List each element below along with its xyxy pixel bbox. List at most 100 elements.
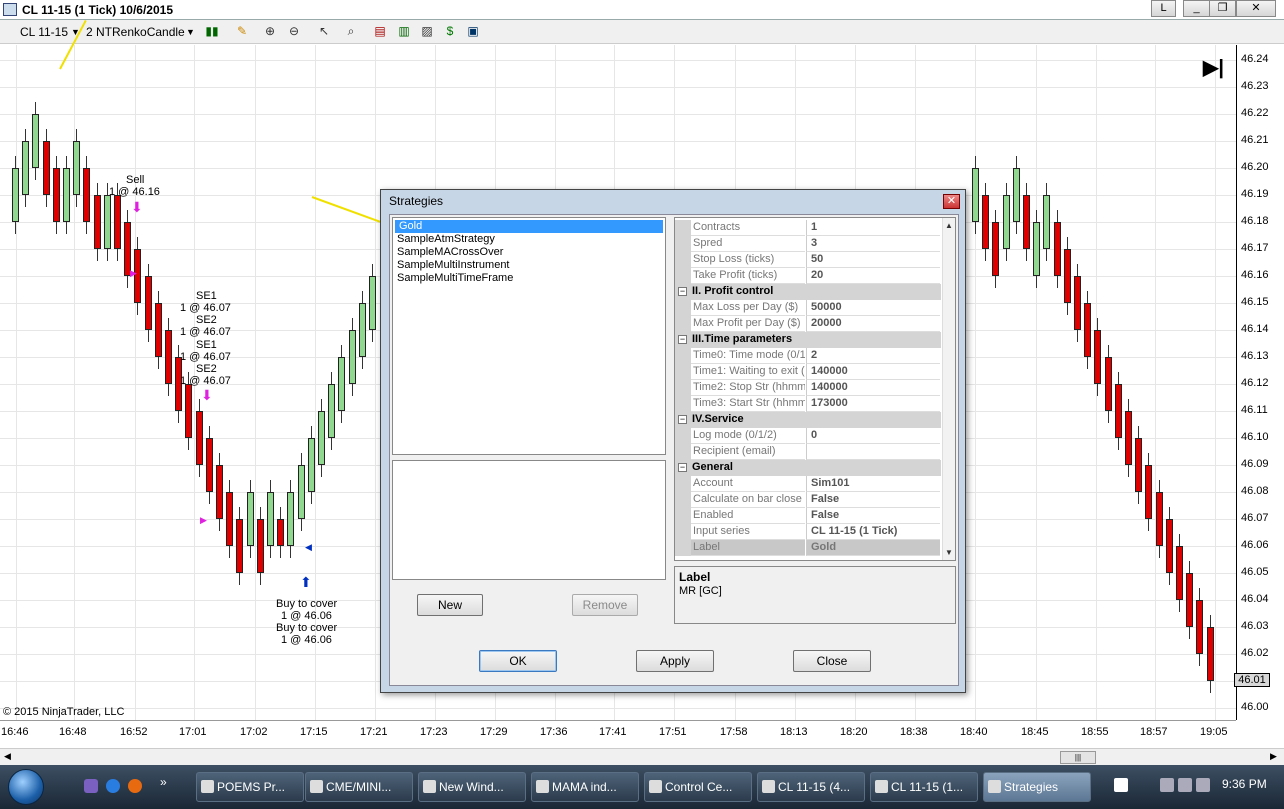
collapse-icon[interactable]: − — [678, 415, 687, 424]
property-category[interactable]: − IV.Service — [675, 412, 941, 428]
taskbar-item[interactable]: CL 11-15 (1... — [870, 772, 978, 802]
bar-type-selector[interactable]: 2 NTRenkoCandle — [86, 25, 185, 39]
property-row[interactable]: Enabled False — [675, 508, 941, 524]
chart-horizontal-scrollbar[interactable]: ◀ ||| ▶ — [0, 748, 1284, 765]
candle — [1094, 330, 1102, 384]
link-button[interactable]: L — [1151, 0, 1176, 17]
ninjatrader-tray-icon[interactable] — [1114, 778, 1128, 792]
scroll-left-icon[interactable]: ◀ — [4, 751, 11, 762]
window-layout-icon[interactable]: ▣ — [465, 24, 481, 39]
property-value[interactable]: 3 — [806, 236, 940, 252]
property-row[interactable]: Account Sim101 — [675, 476, 941, 492]
pencil-draw-icon[interactable]: ✎ — [234, 24, 250, 39]
property-row[interactable]: Contracts 1 — [675, 220, 941, 236]
property-value[interactable]: 0 — [806, 428, 940, 444]
strategy-item[interactable]: SampleMultiTimeFrame — [393, 272, 665, 285]
property-row[interactable]: Take Profit (ticks) 20 — [675, 268, 941, 284]
taskbar-item[interactable]: POEMS Pr... — [196, 772, 304, 802]
property-category[interactable]: − III.Time parameters — [675, 332, 941, 348]
property-row[interactable]: Time2: Stop Str (hhmms 140000 — [675, 380, 941, 396]
dialog-close-icon[interactable]: ✕ — [943, 194, 960, 209]
property-value[interactable]: False — [806, 492, 940, 508]
instrument-selector[interactable]: CL 11-15 — [20, 25, 68, 39]
taskbar-item[interactable]: CL 11-15 (4... — [757, 772, 865, 802]
property-row[interactable]: Spred 3 — [675, 236, 941, 252]
ok-button[interactable]: OK — [479, 650, 557, 672]
taskbar-clock[interactable]: 9:36 PM — [1222, 777, 1267, 791]
property-value[interactable] — [806, 444, 940, 460]
zoom-in-icon[interactable]: ⊕ — [262, 24, 278, 39]
taskbar-item[interactable]: CME/MINI... — [305, 772, 413, 802]
close-window-button[interactable]: ✕ — [1236, 0, 1276, 17]
indicators-icon[interactable]: ▤ — [372, 24, 388, 39]
property-grid[interactable]: Contracts 1 Spred 3 Stop Loss (ticks) 50 Take … — [674, 217, 956, 561]
property-row[interactable]: Input series CL 11-15 (1 Tick) — [675, 524, 941, 540]
dollar-icon[interactable]: $ — [442, 24, 458, 39]
scroll-down-icon[interactable]: ▼ — [945, 548, 953, 557]
collapse-icon[interactable]: − — [678, 287, 687, 296]
maximize-button[interactable]: ❐ — [1209, 0, 1236, 17]
overflow-chevron-icon[interactable]: » — [160, 775, 167, 789]
taskbar-item[interactable]: MAMA ind... — [531, 772, 639, 802]
property-row[interactable]: Stop Loss (ticks) 50 — [675, 252, 941, 268]
strategy-list[interactable]: Gold SampleAtmStrategy SampleMACrossOver… — [392, 217, 666, 455]
property-row[interactable]: Log mode (0/1/2) 0 — [675, 428, 941, 444]
apply-button[interactable]: Apply — [636, 650, 714, 672]
taskbar-item[interactable]: Strategies — [983, 772, 1091, 802]
strategy-item[interactable]: SampleAtmStrategy — [393, 233, 665, 246]
strategy-item[interactable]: SampleMACrossOver — [393, 246, 665, 259]
properties-icon[interactable]: ▨ — [419, 24, 435, 39]
network-icon[interactable] — [1178, 778, 1192, 792]
minimize-button[interactable]: _ — [1183, 0, 1210, 17]
property-category[interactable]: − II. Profit control — [675, 284, 941, 300]
firefox-icon[interactable] — [128, 779, 142, 793]
property-value[interactable]: 173000 — [806, 396, 940, 412]
property-value[interactable]: Gold — [806, 540, 940, 556]
property-row[interactable]: Calculate on bar close False — [675, 492, 941, 508]
property-grid-scrollbar[interactable]: ▲ ▼ — [942, 218, 955, 560]
property-value[interactable]: Sim101 — [806, 476, 940, 492]
scrollbar-thumb[interactable]: ||| — [1060, 751, 1096, 764]
property-category[interactable]: − General — [675, 460, 941, 476]
property-value[interactable]: CL 11-15 (1 Tick) — [806, 524, 940, 540]
property-value[interactable]: False — [806, 508, 940, 524]
property-row[interactable]: Time3: Start Str (hhmms 173000 — [675, 396, 941, 412]
property-value[interactable]: 20 — [806, 268, 940, 284]
strategies-icon[interactable]: ▥ — [396, 24, 412, 39]
collapse-icon[interactable]: − — [678, 463, 687, 472]
property-row[interactable]: Label Gold — [675, 540, 941, 556]
property-row[interactable]: Recipient (email) — [675, 444, 941, 460]
remove-button[interactable]: Remove — [572, 594, 638, 616]
taskbar-item[interactable]: Control Ce... — [644, 772, 752, 802]
volume-icon[interactable] — [1196, 778, 1210, 792]
magnifier-icon[interactable]: ⌕ — [343, 24, 359, 39]
close-button[interactable]: Close — [793, 650, 871, 672]
collapse-icon[interactable]: − — [678, 335, 687, 344]
chevron-down-icon[interactable]: ▼ — [186, 27, 195, 37]
internet-explorer-icon[interactable] — [106, 779, 120, 793]
scroll-up-icon[interactable]: ▲ — [945, 221, 953, 230]
property-row[interactable]: Time0: Time mode (0/1/2 — [675, 348, 941, 364]
property-row[interactable]: Max Profit per Day ($) 20000 — [675, 316, 941, 332]
property-row[interactable]: Time1: Waiting to exit (140000 — [675, 364, 941, 380]
scroll-to-end-icon[interactable]: ▶| — [1203, 55, 1224, 80]
property-value[interactable]: 1 — [806, 220, 940, 236]
zoom-out-icon[interactable]: ⊖ — [286, 24, 302, 39]
property-row[interactable]: Max Loss per Day ($) 50000 — [675, 300, 941, 316]
strategy-item[interactable]: SampleMultiInstrument — [393, 259, 665, 272]
scroll-right-icon[interactable]: ▶ — [1270, 751, 1277, 762]
candlestick-style-icon[interactable]: ▮▮ — [204, 24, 220, 39]
strategy-item-gold[interactable]: Gold — [395, 220, 663, 233]
property-value[interactable]: 140000 — [806, 364, 940, 380]
start-button[interactable] — [8, 769, 44, 805]
property-value[interactable]: 2 — [806, 348, 940, 364]
taskbar-item[interactable]: New Wind... — [418, 772, 526, 802]
property-value[interactable]: 20000 — [806, 316, 940, 332]
property-value[interactable]: 140000 — [806, 380, 940, 396]
quicklaunch-icon[interactable] — [84, 779, 98, 793]
property-value[interactable]: 50 — [806, 252, 940, 268]
new-button[interactable]: New — [417, 594, 483, 616]
tray-icon[interactable] — [1160, 778, 1174, 792]
cursor-icon[interactable]: ↖ — [316, 24, 332, 39]
property-value[interactable]: 50000 — [806, 300, 940, 316]
